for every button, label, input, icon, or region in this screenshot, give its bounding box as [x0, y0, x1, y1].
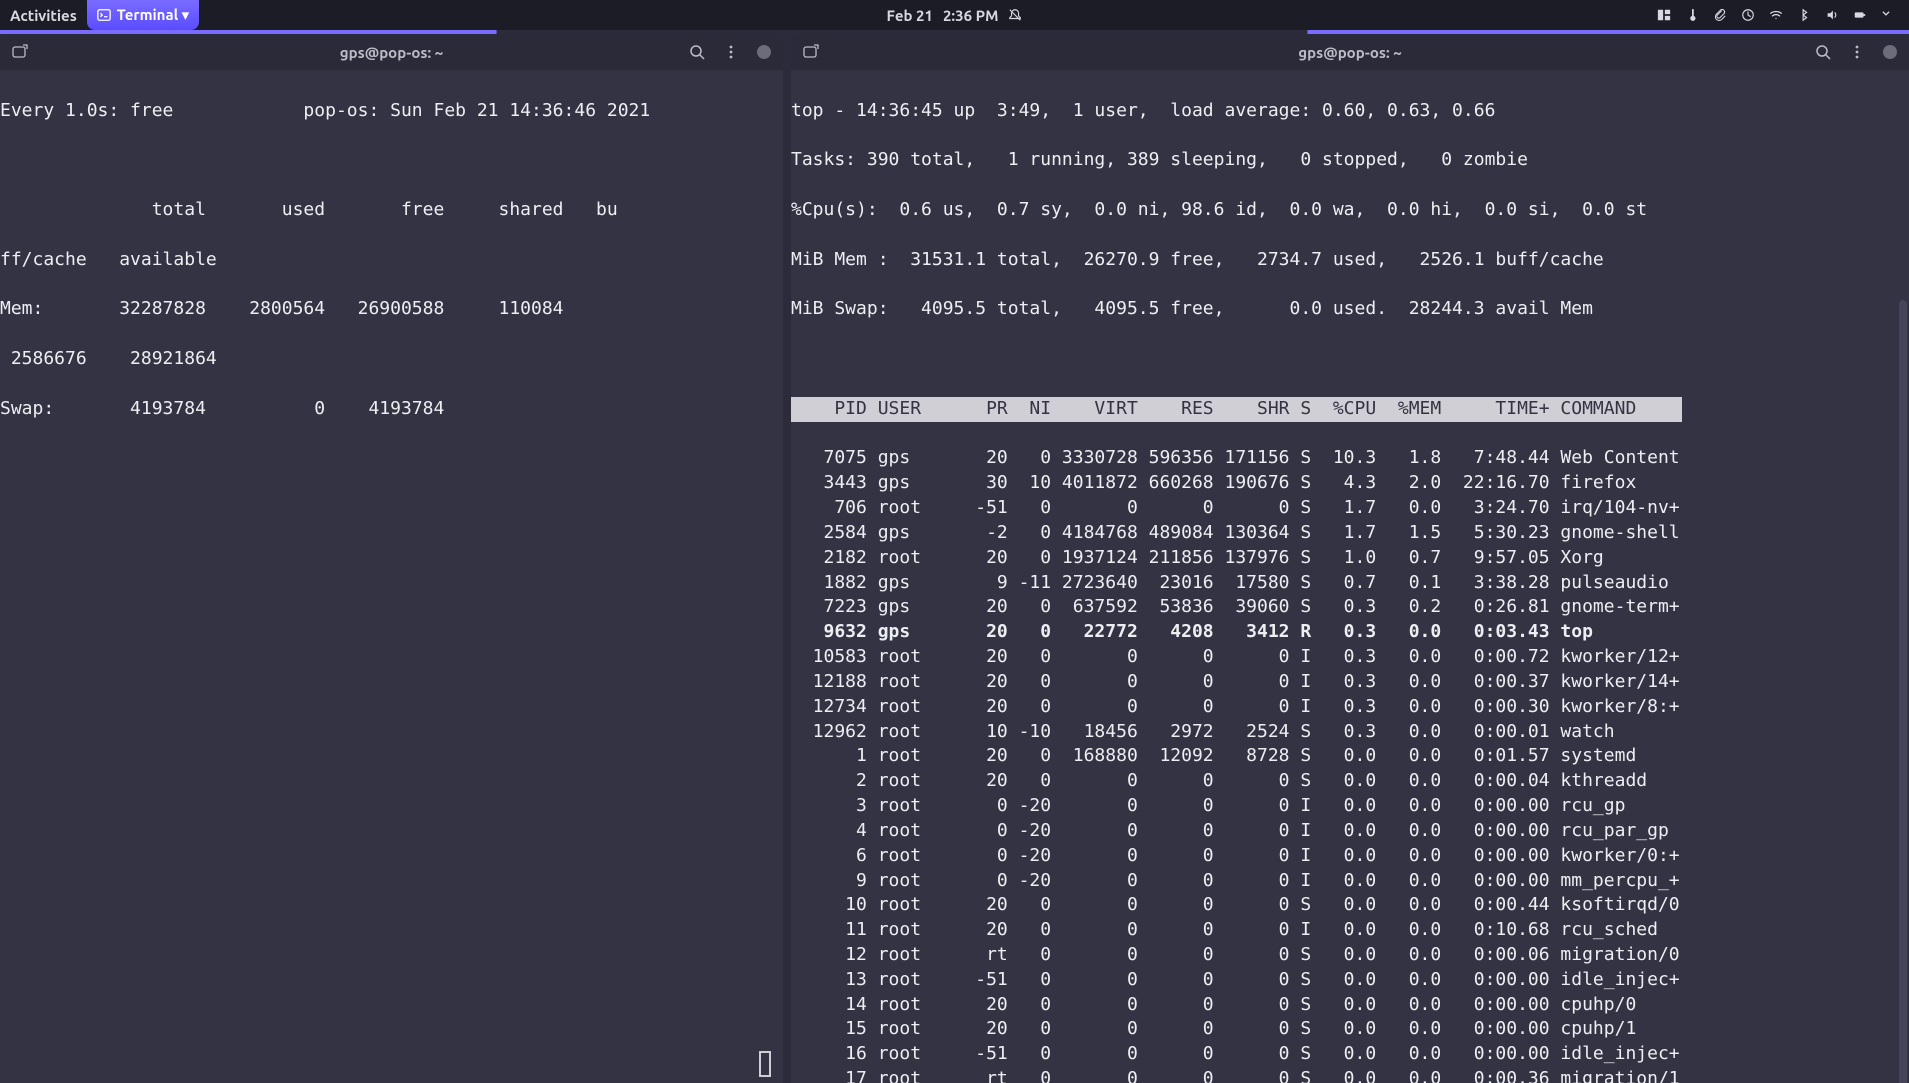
- hamburger-menu-icon[interactable]: [723, 44, 739, 60]
- process-row: 12 root rt 0 0 0 0 S 0.0 0.0 0:00.06 mig…: [791, 943, 1909, 968]
- process-row: 7075 gps 20 0 3330728 596356 171156 S 10…: [791, 446, 1909, 471]
- search-icon[interactable]: [1815, 44, 1831, 60]
- updates-icon[interactable]: [1741, 8, 1755, 22]
- battery-icon[interactable]: [1853, 8, 1867, 22]
- new-tab-icon[interactable]: [12, 44, 28, 60]
- process-row: 9 root 0 -20 0 0 0 I 0.0 0.0 0:00.00 mm_…: [791, 869, 1909, 894]
- top-summary-line: %Cpu(s): 0.6 us, 0.7 sy, 0.0 ni, 98.6 id…: [791, 198, 1909, 223]
- right-terminal-body[interactable]: top - 14:36:45 up 3:49, 1 user, load ave…: [791, 70, 1909, 1083]
- tiling-icon[interactable]: [1657, 8, 1671, 22]
- process-row: 11 root 20 0 0 0 0 I 0.0 0.0 0:10.68 rcu…: [791, 918, 1909, 943]
- process-row: 1882 gps 9 -11 2723640 23016 17580 S 0.7…: [791, 571, 1909, 596]
- wifi-icon[interactable]: [1769, 8, 1783, 22]
- process-row: 3443 gps 30 10 4011872 660268 190676 S 4…: [791, 471, 1909, 496]
- terminal-pane-right[interactable]: gps@pop-os: ~ top - 14:36:45 up 3:49, 1 …: [791, 34, 1909, 1083]
- left-titlebar[interactable]: gps@pop-os: ~: [0, 34, 783, 70]
- process-row: 17 root rt 0 0 0 0 S 0.0 0.0 0:00.36 mig…: [791, 1067, 1909, 1083]
- scrollbar[interactable]: [1899, 300, 1907, 1083]
- process-row: 10 root 20 0 0 0 0 S 0.0 0.0 0:00.44 kso…: [791, 893, 1909, 918]
- active-app-label: Terminal ▾: [117, 6, 189, 24]
- left-terminal-body[interactable]: Every 1.0s: free pop-os: Sun Feb 21 14:3…: [0, 70, 783, 1083]
- volume-icon[interactable]: [1825, 8, 1839, 22]
- top-summary-line: MiB Swap: 4095.5 total, 4095.5 free, 0.0…: [791, 297, 1909, 322]
- process-row: 706 root -51 0 0 0 0 S 1.7 0.0 3:24.70 i…: [791, 496, 1909, 521]
- top-summary-line: Tasks: 390 total, 1 running, 389 sleepin…: [791, 148, 1909, 173]
- process-row: 2584 gps -2 0 4184768 489084 130364 S 1.…: [791, 521, 1909, 546]
- process-row: 13 root -51 0 0 0 0 S 0.0 0.0 0:00.00 id…: [791, 968, 1909, 993]
- bluetooth-icon[interactable]: [1797, 8, 1811, 22]
- free-mem-row: Mem: 32287828 2800564 26900588 110084: [0, 297, 783, 322]
- notifications-muted-icon: [1008, 8, 1022, 22]
- process-row: 12188 root 20 0 0 0 0 I 0.3 0.0 0:00.37 …: [791, 670, 1909, 695]
- topbar-date: Feb 21: [887, 7, 933, 24]
- system-tray[interactable]: [1657, 0, 1909, 30]
- attachment-icon[interactable]: [1713, 8, 1727, 22]
- free-swap-row: Swap: 4193784 0 4193784: [0, 397, 783, 422]
- process-row: 2182 root 20 0 1937124 211856 137976 S 1…: [791, 546, 1909, 571]
- free-header2: ff/cache available: [0, 248, 783, 273]
- topbar-time: 2:36 PM: [943, 7, 998, 24]
- process-row: 12962 root 10 -10 18456 2972 2524 S 0.3 …: [791, 720, 1909, 745]
- left-window-title: gps@pop-os: ~: [340, 44, 443, 61]
- right-titlebar[interactable]: gps@pop-os: ~: [791, 34, 1909, 70]
- process-row: 12734 root 20 0 0 0 0 I 0.3 0.0 0:00.30 …: [791, 695, 1909, 720]
- process-row: 6 root 0 -20 0 0 0 I 0.0 0.0 0:00.00 kwo…: [791, 844, 1909, 869]
- terminal-pane-left[interactable]: gps@pop-os: ~ Every 1.0s: free pop-os: S…: [0, 34, 783, 1083]
- terminal-icon: [97, 8, 111, 22]
- process-row: 10583 root 20 0 0 0 0 I 0.3 0.0 0:00.72 …: [791, 645, 1909, 670]
- temperature-icon[interactable]: [1685, 8, 1699, 22]
- active-app-menu[interactable]: Terminal ▾: [87, 0, 199, 30]
- right-window-title: gps@pop-os: ~: [1298, 44, 1401, 61]
- process-row: 14 root 20 0 0 0 0 S 0.0 0.0 0:00.00 cpu…: [791, 993, 1909, 1018]
- watch-header-line: Every 1.0s: free pop-os: Sun Feb 21 14:3…: [0, 99, 783, 124]
- new-tab-icon[interactable]: [803, 44, 819, 60]
- search-icon[interactable]: [689, 44, 705, 60]
- terminal-cursor: [759, 1051, 771, 1077]
- close-window-icon[interactable]: [757, 45, 771, 59]
- top-summary-line: top - 14:36:45 up 3:49, 1 user, load ave…: [791, 99, 1909, 124]
- process-row: 15 root 20 0 0 0 0 S 0.0 0.0 0:00.00 cpu…: [791, 1017, 1909, 1042]
- hamburger-menu-icon[interactable]: [1849, 44, 1865, 60]
- process-row: 4 root 0 -20 0 0 0 I 0.0 0.0 0:00.00 rcu…: [791, 819, 1909, 844]
- free-header: total used free shared bu: [0, 198, 783, 223]
- process-row: 2 root 20 0 0 0 0 S 0.0 0.0 0:00.04 kthr…: [791, 769, 1909, 794]
- process-row: 7223 gps 20 0 637592 53836 39060 S 0.3 0…: [791, 595, 1909, 620]
- top-summary-line: MiB Mem : 31531.1 total, 26270.9 free, 2…: [791, 248, 1909, 273]
- process-row: 16 root -51 0 0 0 0 S 0.0 0.0 0:00.00 id…: [791, 1042, 1909, 1067]
- clock-area[interactable]: Feb 21 2:36 PM: [887, 0, 1023, 30]
- process-row: 9632 gps 20 0 22772 4208 3412 R 0.3 0.0 …: [791, 620, 1909, 645]
- process-table-header: PID USER PR NI VIRT RES SHR S %CPU %MEM …: [791, 397, 1909, 422]
- process-row: 3 root 0 -20 0 0 0 I 0.0 0.0 0:00.00 rcu…: [791, 794, 1909, 819]
- workspace: gps@pop-os: ~ Every 1.0s: free pop-os: S…: [0, 34, 1909, 1083]
- system-topbar: Activities Terminal ▾ Feb 21 2:36 PM: [0, 0, 1909, 30]
- process-row: 1 root 20 0 168880 12092 8728 S 0.0 0.0 …: [791, 744, 1909, 769]
- close-window-icon[interactable]: [1883, 45, 1897, 59]
- chevron-down-icon[interactable]: [1881, 8, 1895, 22]
- free-mem-row2: 2586676 28921864: [0, 347, 783, 372]
- activities-button[interactable]: Activities: [0, 0, 87, 30]
